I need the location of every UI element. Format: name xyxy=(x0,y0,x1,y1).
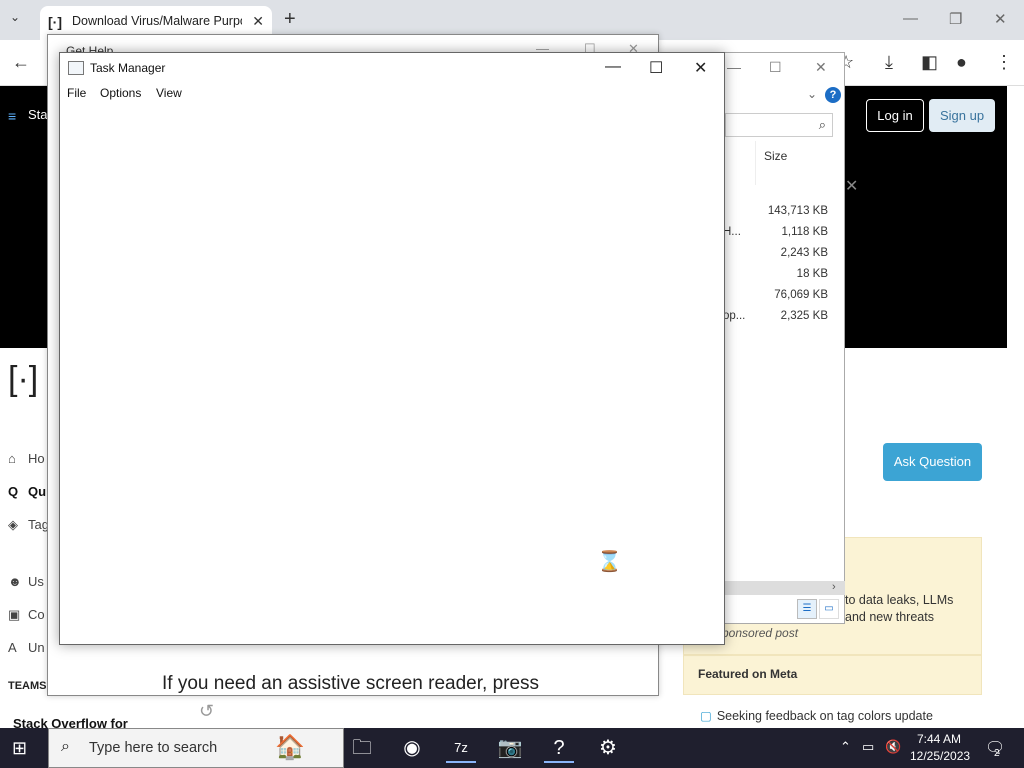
explorer-minimize-button[interactable]: — xyxy=(727,59,741,75)
blog-post-link[interactable]: to data leaks, LLMs and new threats xyxy=(845,592,975,626)
get-help-message: If you need an assistive screen reader, … xyxy=(162,673,540,694)
home-icon: ⌂ xyxy=(8,451,16,466)
holiday-decoration-icon: 🏠 xyxy=(275,734,305,761)
file-size: 76,069 KB xyxy=(774,289,828,301)
nav-item-questions[interactable]: Q Qu xyxy=(8,484,46,499)
menu-options[interactable]: Options xyxy=(100,86,141,100)
help-icon[interactable]: ? xyxy=(825,87,841,103)
meta-item[interactable]: ▢ Seeking feedback on tag colors update xyxy=(700,708,933,723)
settings-taskbar-icon[interactable]: ⚙ xyxy=(593,733,623,763)
tag-icon: ◈ xyxy=(8,517,18,532)
details-view-icon[interactable]: ☰ xyxy=(797,599,817,619)
windows-start-icon[interactable]: ⊞ xyxy=(12,738,27,759)
browser-menu-icon[interactable]: ⋮ xyxy=(995,52,1013,73)
clock-date: 12/25/2023 xyxy=(910,749,971,763)
tab-title: Download Virus/Malware Purpo xyxy=(72,14,242,28)
tray-chevron-up-icon[interactable]: ⌃ xyxy=(840,739,851,755)
browser-close-button[interactable]: ✕ xyxy=(994,10,1007,28)
hamburger-menu-icon[interactable]: ≡ xyxy=(8,108,16,124)
task-manager-minimize-button[interactable]: — xyxy=(605,58,621,76)
chevron-down-icon[interactable]: ⌄ xyxy=(807,87,817,101)
taskbar-search-box[interactable]: ⌕ Type here to search 🏠 xyxy=(48,728,344,768)
file-size: 18 KB xyxy=(796,268,828,280)
file-explorer-taskbar-icon[interactable]: 🗀 xyxy=(347,733,377,763)
browser-minimize-button[interactable]: — xyxy=(903,10,918,27)
horizontal-scrollbar[interactable] xyxy=(723,581,845,595)
nav-item-home[interactable]: ⌂ Ho xyxy=(8,451,45,466)
stackoverflow-favicon-icon: [·] xyxy=(48,14,62,30)
explorer-search-input[interactable]: ⌕ xyxy=(725,113,833,137)
windows-taskbar: ⊞ ⌕ Type here to search 🏠 🗀 ◉ 7z 📷 ? ⚙ ⌃… xyxy=(0,728,1024,768)
nav-item-tags[interactable]: ◈ Tag xyxy=(8,517,49,533)
file-size: 143,713 KB xyxy=(767,205,828,217)
search-placeholder: Type here to search xyxy=(89,740,218,756)
explorer-maximize-button[interactable]: ☐ xyxy=(769,59,782,76)
featured-meta-heading: Featured on Meta xyxy=(683,655,982,695)
profile-avatar-icon[interactable]: ● xyxy=(956,52,967,73)
stackoverflow-logo-icon[interactable]: [·] xyxy=(8,360,38,399)
login-button[interactable]: Log in xyxy=(866,99,924,132)
teams-heading: TEAMS xyxy=(8,680,47,692)
users-icon: ☻ xyxy=(8,574,22,589)
banner-close-icon[interactable]: ✕ xyxy=(845,176,858,196)
history-icon[interactable]: ↺ xyxy=(199,701,214,722)
camera-taskbar-icon[interactable]: 📷 xyxy=(495,733,525,763)
nav-item-users[interactable]: ☻ Us xyxy=(8,574,44,589)
tab-search-dropdown[interactable]: ⌄ xyxy=(10,10,20,24)
file-size: 1,118 KB xyxy=(781,226,828,238)
nav-item-companies[interactable]: ▣ Co xyxy=(8,607,45,623)
file-size: 2,243 KB xyxy=(780,247,828,259)
thumbnail-view-icon[interactable]: ▭ xyxy=(819,599,839,619)
task-manager-window: Task Manager — ☐ ✕ File Options View ⌛ xyxy=(59,52,725,645)
file-name[interactable]: op... xyxy=(723,310,745,322)
back-arrow-icon[interactable]: ← xyxy=(12,52,30,73)
download-icon[interactable]: ⤓ xyxy=(885,52,893,73)
file-name[interactable]: H... xyxy=(723,226,741,238)
get-help-taskbar-icon[interactable]: ? xyxy=(544,733,574,763)
browser-restore-button[interactable]: ❐ xyxy=(949,10,962,28)
search-icon: ⌕ xyxy=(61,738,70,755)
chrome-taskbar-icon[interactable]: ◉ xyxy=(397,733,427,763)
hourglass-cursor-icon: ⌛ xyxy=(597,551,622,573)
task-manager-maximize-button[interactable]: ☐ xyxy=(649,58,663,78)
nav-item-unanswered[interactable]: A Un xyxy=(8,640,45,655)
notification-count: 2 xyxy=(994,748,1000,759)
chat-bubble-icon: ▢ xyxy=(700,709,712,723)
clock-time: 7:44 AM xyxy=(916,732,962,746)
questions-icon: Q xyxy=(8,484,19,499)
signup-button[interactable]: Sign up xyxy=(929,99,995,132)
ask-question-button[interactable]: Ask Question xyxy=(883,443,982,481)
task-manager-icon xyxy=(68,61,84,75)
side-panel-icon[interactable]: ◧ xyxy=(921,52,938,73)
network-icon[interactable]: ▭ xyxy=(862,739,874,755)
task-manager-title: Task Manager xyxy=(90,61,166,75)
menu-file[interactable]: File xyxy=(67,86,86,100)
companies-icon: ▣ xyxy=(8,607,21,622)
task-manager-close-button[interactable]: ✕ xyxy=(694,58,707,78)
system-clock[interactable]: 7:44 AM 12/25/2023 xyxy=(910,731,971,765)
volume-muted-icon[interactable]: 🔇 xyxy=(885,739,901,755)
column-header-size[interactable]: Size xyxy=(755,141,835,185)
new-tab-button[interactable]: + xyxy=(284,8,296,31)
search-icon: ⌕ xyxy=(818,117,826,132)
explorer-close-button[interactable]: ✕ xyxy=(815,59,827,76)
file-size: 2,325 KB xyxy=(780,310,828,322)
sponsored-label: ponsored post xyxy=(722,626,799,640)
menu-view[interactable]: View xyxy=(156,86,182,100)
7zip-taskbar-icon[interactable]: 7z xyxy=(446,733,476,763)
unanswered-icon: A xyxy=(8,640,17,655)
tab-close-icon[interactable]: ✕ xyxy=(252,13,264,30)
scroll-right-icon[interactable]: › xyxy=(832,581,836,593)
